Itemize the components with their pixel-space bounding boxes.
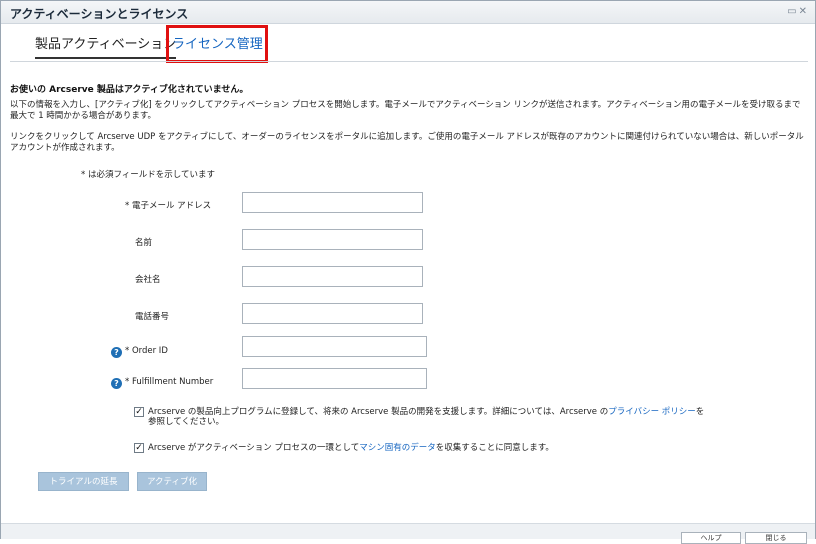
activation-warning: お使いの Arcserve 製品はアクティブ化されていません。 (10, 85, 249, 95)
required-fields-note: * は必須フィールドを示しています (81, 170, 216, 180)
order-id-help-icon[interactable]: ? (111, 347, 122, 358)
instruction-paragraph-1: 以下の情報を入力し、[アクティブ化] をクリックしてアクティベーション プロセス… (10, 100, 801, 121)
name-field[interactable] (242, 229, 423, 250)
restore-icon[interactable]: ▭ (787, 6, 798, 17)
order-id-label: * Order ID (125, 346, 168, 356)
tab-divider (10, 61, 808, 62)
close-icon[interactable]: ✕ (799, 6, 809, 17)
title-bar-controls: ▭✕ (787, 6, 809, 17)
company-label: 会社名 (135, 275, 161, 285)
phone-field[interactable] (242, 303, 423, 324)
dialog-title: アクティベーションとライセンス (10, 7, 189, 21)
privacy-policy-link[interactable]: プライバシー ポリシー (608, 407, 696, 417)
order-id-field[interactable] (242, 336, 427, 357)
fulfillment-help-icon[interactable]: ? (111, 378, 122, 389)
highlight-box (166, 25, 268, 63)
machine-data-checkbox[interactable]: ✓ (134, 443, 144, 453)
tab-product-activation[interactable]: 製品アクティベーション (35, 31, 177, 59)
close-button[interactable]: 閉じる (745, 532, 807, 544)
instruction-paragraph-2: リンクをクリックして Arcserve UDP をアクティブにして、オーダーのラ… (10, 132, 804, 153)
activate-button[interactable]: アクティブ化 (137, 472, 207, 491)
machine-data-text-before: Arcserve がアクティベーション プロセスの一環として (148, 443, 360, 453)
improvement-program-checkbox[interactable]: ✓ (134, 407, 144, 417)
company-field[interactable] (242, 266, 423, 287)
email-label: * 電子メール アドレス (125, 201, 212, 211)
fulfillment-number-field[interactable] (242, 368, 427, 389)
title-bar: アクティベーションとライセンス ▭✕ (1, 1, 815, 24)
improvement-program-text: Arcserve の製品向上プログラムに登録して、将来の Arcserve 製品… (148, 407, 708, 427)
help-button[interactable]: ヘルプ (681, 532, 741, 544)
improvement-text-before: Arcserve の製品向上プログラムに登録して、将来の Arcserve 製品… (148, 407, 609, 417)
machine-data-text: Arcserve がアクティベーション プロセスの一環としてマシン固有のデータを… (148, 443, 708, 453)
name-label: 名前 (135, 238, 153, 248)
email-field[interactable] (242, 192, 423, 213)
extend-trial-button[interactable]: トライアルの延長 (38, 472, 129, 491)
phone-label: 電話番号 (135, 312, 170, 322)
activation-license-dialog: アクティベーションとライセンス ▭✕ 製品アクティベーション ライセンス管理 お… (0, 0, 816, 544)
fulfillment-number-label: * Fulfillment Number (125, 377, 214, 387)
machine-data-link[interactable]: マシン固有のデータ (359, 443, 436, 453)
machine-data-text-after: を収集することに同意します。 (435, 443, 554, 453)
